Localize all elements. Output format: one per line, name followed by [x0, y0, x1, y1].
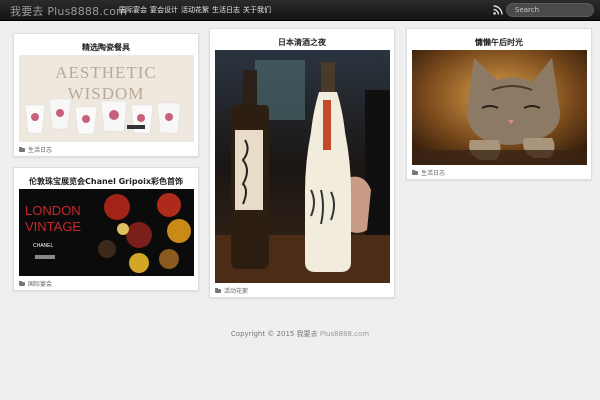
- nav-item-3[interactable]: 活动花絮: [181, 0, 212, 20]
- logo-site: Plus8888.com: [47, 5, 128, 18]
- post-card-ceramics[interactable]: 精选陶瓷餐具 AESTHETIC WISDOM 生活日志: [13, 33, 199, 157]
- post-title[interactable]: 精选陶瓷餐具: [14, 42, 198, 53]
- image-text-vintage: VINTAGE: [25, 219, 81, 234]
- post-category[interactable]: 生活日志: [412, 168, 445, 177]
- folder-icon: [19, 280, 25, 286]
- footer-site-link[interactable]: Plus8888.com: [320, 330, 369, 338]
- nav-item-2[interactable]: 宴会设计: [150, 0, 181, 20]
- post-category[interactable]: 生活日志: [19, 145, 52, 154]
- post-image-sake[interactable]: [215, 50, 390, 283]
- post-image-ceramics[interactable]: AESTHETIC WISDOM: [19, 55, 194, 142]
- top-navigation-bar: 我要去 Plus8888.com 国际宴会 宴会设计 活动花絮 生活日志 关于我…: [0, 0, 600, 21]
- image-text-chanel: CHANEL: [33, 243, 54, 249]
- folder-icon: [19, 146, 25, 152]
- copyright-text: Copyright © 2015 我要去: [230, 330, 318, 338]
- image-text-aesthetic: AESTHETIC: [55, 63, 157, 82]
- post-title[interactable]: 伦敦珠宝展览会Chanel Gripoix彩色首饰: [14, 176, 198, 187]
- nav-item-1[interactable]: 国际宴会: [119, 0, 150, 20]
- footer-copyright: Copyright © 2015 我要去 Plus8888.com: [0, 329, 600, 339]
- post-card-cat[interactable]: 慵懒午后时光 生活日志: [406, 28, 592, 180]
- folder-icon: [215, 287, 221, 293]
- post-category[interactable]: 国际宴会: [19, 279, 52, 288]
- post-image-jewelry[interactable]: LONDON VINTAGE CHANEL: [19, 189, 194, 276]
- folder-icon: [412, 169, 418, 175]
- post-category[interactable]: 活动花絮: [215, 286, 248, 295]
- image-text-london: LONDON: [25, 203, 81, 218]
- site-logo[interactable]: 我要去 Plus8888.com: [10, 3, 127, 19]
- main-nav: 国际宴会 宴会设计 活动花絮 生活日志 关于我们: [119, 0, 274, 20]
- logo-prefix: 我要去: [10, 5, 44, 18]
- post-card-sake[interactable]: 日本清酒之夜 活动花絮: [209, 28, 395, 298]
- post-image-cat[interactable]: [412, 50, 587, 165]
- post-title[interactable]: 慵懒午后时光: [407, 37, 591, 48]
- search-input[interactable]: [506, 3, 594, 17]
- nav-item-5[interactable]: 关于我们: [243, 0, 274, 20]
- post-title[interactable]: 日本清酒之夜: [210, 37, 394, 48]
- category-label: 生活日志: [28, 147, 53, 154]
- rss-icon[interactable]: [493, 5, 503, 15]
- post-card-jewelry[interactable]: 伦敦珠宝展览会Chanel Gripoix彩色首饰 LONDON VINTAGE…: [13, 167, 199, 291]
- category-label: 生活日志: [421, 170, 446, 177]
- nav-item-4[interactable]: 生活日志: [212, 0, 243, 20]
- image-text-wisdom: WISDOM: [68, 84, 145, 103]
- category-label: 活动花絮: [224, 288, 249, 295]
- category-label: 国际宴会: [28, 281, 53, 288]
